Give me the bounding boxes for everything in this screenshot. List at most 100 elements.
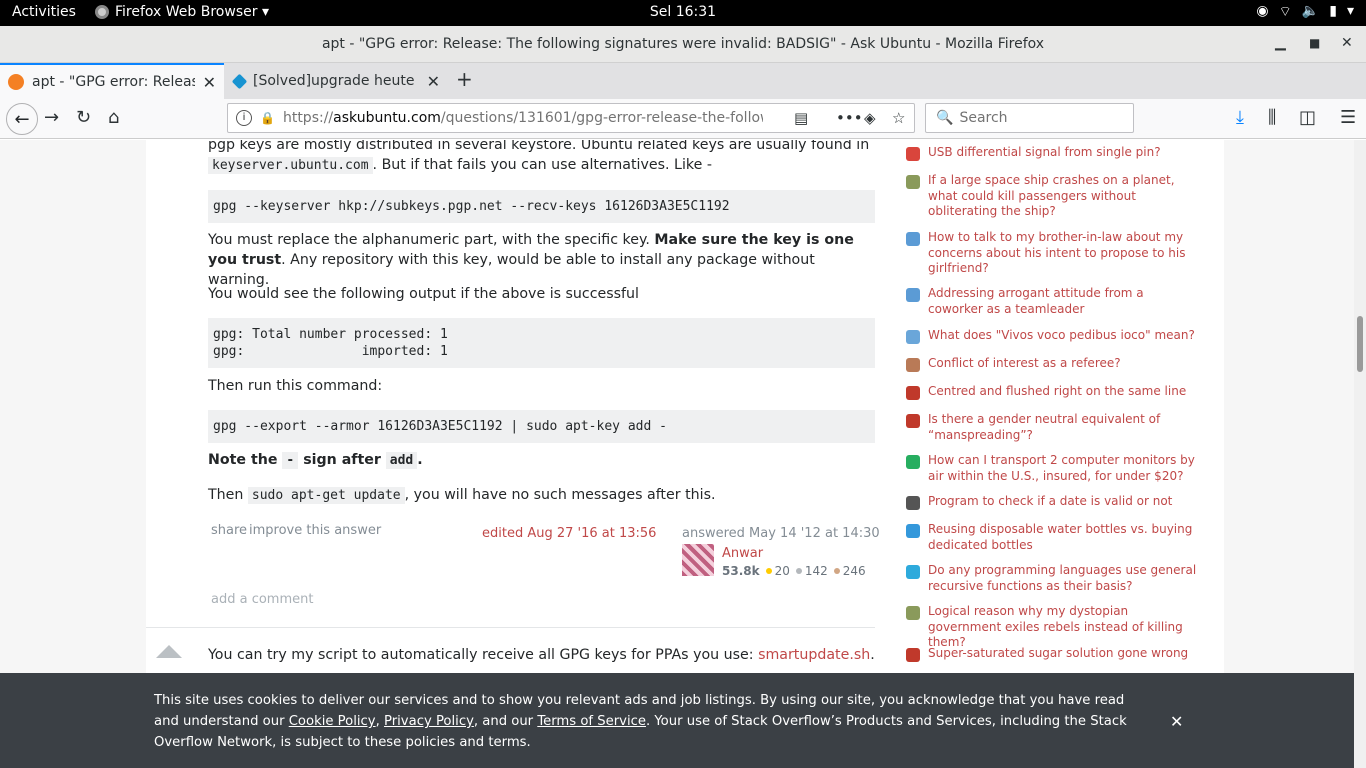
reader-view-icon[interactable]: ▤ [794, 109, 808, 127]
note-text-2: sign after [298, 452, 386, 468]
hot-question-link[interactable]: Do any programming languages use general… [928, 563, 1200, 594]
site-icon [906, 232, 920, 246]
upvote-arrow-icon[interactable] [156, 645, 182, 658]
edited-link[interactable]: edited Aug 27 '16 at 13:56 [482, 526, 656, 541]
site-icon [906, 648, 920, 662]
volume-icon: 🔈 [1301, 3, 1320, 19]
arch-favicon-icon [231, 73, 248, 89]
hot-question-link[interactable]: Addressing arrogant attitude from a cowo… [928, 286, 1200, 317]
site-icon [906, 386, 920, 400]
then-text-2: , you will have no such messages after t… [404, 487, 716, 503]
window-title: apt - "GPG error: Release: The following… [321, 36, 1045, 52]
close-tab-icon[interactable]: ✕ [203, 73, 216, 92]
note-paragraph: Note the - sign after add. [208, 450, 875, 471]
home-icon[interactable]: ⌂ [108, 107, 119, 128]
back-button[interactable]: ← [6, 103, 38, 135]
gnome-top-bar: Activities Firefox Web Browser ▾ Sel 16:… [0, 0, 1366, 26]
note-text-1: Note the [208, 452, 283, 468]
forward-icon[interactable]: → [44, 107, 59, 128]
note-text-3: . [417, 452, 423, 468]
reputation-score: 53.8k [722, 564, 760, 578]
url-path: /questions/131601/gpg-error-release-the-… [440, 110, 763, 126]
maximize-icon[interactable]: ■ [1309, 36, 1320, 50]
site-icon [906, 565, 920, 579]
app-menu-label: Firefox Web Browser ▾ [115, 4, 269, 20]
pocket-icon[interactable]: ◈ [864, 109, 876, 127]
wifi-icon: ⌔ [1278, 4, 1292, 20]
tab-archlinux[interactable]: [Solved]upgrade heute - a ✕ [226, 63, 448, 99]
accessibility-icon: ◉ [1256, 3, 1269, 19]
smartupdate-link[interactable]: smartupdate.sh [758, 647, 870, 663]
site-icon [906, 496, 920, 510]
menu-icon[interactable]: ☰ [1340, 107, 1356, 128]
search-placeholder: Search [959, 110, 1008, 126]
hot-question-link[interactable]: How to talk to my brother-in-law about m… [928, 230, 1200, 277]
answered-date: answered May 14 '12 at 14:30 [682, 526, 880, 541]
site-icon [906, 606, 920, 620]
scrollbar-thumb[interactable] [1357, 316, 1363, 372]
improve-answer-link[interactable]: improve this answer [249, 523, 381, 538]
hot-question-link[interactable]: How can I transport 2 computer monitors … [928, 453, 1200, 484]
hot-question-link[interactable]: Logical reason why my dystopian governme… [928, 604, 1200, 651]
cookie-comma: , [375, 714, 384, 729]
url-text[interactable]: https://askubuntu.com/questions/131601/g… [283, 110, 763, 126]
hot-question-link[interactable]: USB differential signal from single pin? [928, 145, 1200, 161]
page-actions-icon[interactable]: ••• [836, 109, 863, 127]
search-bar[interactable]: 🔍 Search [925, 103, 1134, 133]
bookmark-star-icon[interactable]: ☆ [892, 109, 905, 127]
replace-text-2: . Any repository with this key, would be… [208, 252, 815, 288]
hot-question-link[interactable]: What does "Vivos voco pedibus ioco" mean… [928, 328, 1200, 344]
intro-text-1: pgp keys are mostly distributed in sever… [208, 140, 870, 153]
back-arrow-icon: ← [14, 108, 30, 130]
tab-strip: apt - "GPG error: Release: ✕ [Solved]upg… [0, 63, 1366, 99]
silver-count: 142 [804, 564, 828, 578]
site-icon [906, 524, 920, 538]
close-window-icon[interactable]: ✕ [1341, 35, 1353, 51]
new-tab-icon[interactable]: + [456, 67, 473, 91]
sidebar-icon[interactable]: ◫ [1299, 107, 1316, 128]
share-link[interactable]: share [211, 523, 247, 538]
output-intro: You would see the following output if th… [208, 286, 639, 302]
note-code-dash: - [282, 452, 299, 469]
next-answer-text: You can try my script to automatically r… [208, 647, 875, 663]
info-icon[interactable]: i [236, 110, 252, 126]
cookie-policy-link[interactable]: Cookie Policy [289, 714, 376, 729]
bronze-badge-icon [833, 568, 840, 574]
hot-question-link[interactable]: Conflict of interest as a referee? [928, 356, 1200, 372]
user-name-link[interactable]: Anwar [722, 546, 763, 561]
tab-label: apt - "GPG error: Release: [32, 74, 195, 90]
close-cookie-banner-icon[interactable]: ✕ [1170, 711, 1183, 732]
cookie-and-our: , and our [473, 714, 538, 729]
hot-question-link[interactable]: Is there a gender neutral equivalent of … [928, 412, 1200, 443]
replace-paragraph: You must replace the alphanumeric part, … [208, 230, 875, 290]
page-scrollbar[interactable] [1354, 140, 1366, 768]
library-icon[interactable]: ⫼ [1268, 107, 1276, 128]
tab-label: [Solved]upgrade heute - a [253, 73, 419, 89]
hot-question-link[interactable]: Super-saturated sugar solution gone wron… [928, 646, 1200, 662]
reload-icon[interactable]: ↻ [76, 107, 91, 128]
hot-question-link[interactable]: Centred and flushed right on the same li… [928, 384, 1200, 400]
avatar[interactable] [682, 544, 714, 576]
system-tray[interactable]: ◉ ⌔ 🔈 ▮ ▾ [1256, 3, 1354, 21]
app-menu[interactable]: Firefox Web Browser ▾ [95, 4, 269, 20]
gold-badge-icon [765, 568, 772, 574]
close-tab-icon[interactable]: ✕ [427, 72, 440, 91]
hot-question-link[interactable]: Reusing disposable water bottles vs. buy… [928, 522, 1200, 553]
lock-icon: 🔒 [260, 111, 275, 125]
url-bar[interactable]: i 🔒 https://askubuntu.com/questions/1316… [227, 103, 915, 133]
tab-askubuntu[interactable]: apt - "GPG error: Release: ✕ [0, 63, 224, 99]
cookie-banner: This site uses cookies to deliver our se… [0, 673, 1354, 768]
add-comment-link[interactable]: add a comment [211, 592, 313, 607]
site-icon [906, 147, 920, 161]
answer-divider [146, 627, 875, 628]
activities-button[interactable]: Activities [12, 4, 76, 20]
downloads-icon[interactable]: ⤓ [1236, 107, 1244, 128]
privacy-policy-link[interactable]: Privacy Policy [384, 714, 474, 729]
cookie-text: This site uses cookies to deliver our se… [154, 690, 1134, 753]
bronze-count: 246 [842, 564, 866, 578]
hot-question-link[interactable]: Program to check if a date is valid or n… [928, 494, 1200, 510]
minimize-icon[interactable]: ▁ [1275, 35, 1286, 51]
site-icon [906, 455, 920, 469]
terms-of-service-link[interactable]: Terms of Service [537, 714, 646, 729]
hot-question-link[interactable]: If a large space ship crashes on a plane… [928, 173, 1200, 220]
